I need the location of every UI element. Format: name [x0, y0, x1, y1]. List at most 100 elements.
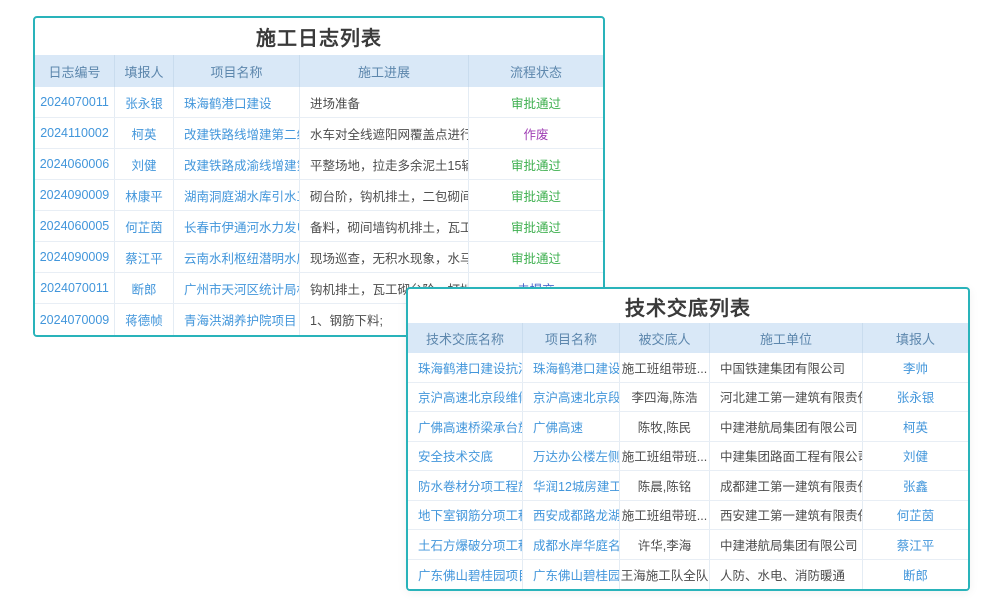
table-row[interactable]: 广东佛山碧桂园项目...广东佛山碧桂园项目王海施工队全队人防、水电、消防暖通断郎	[408, 560, 968, 590]
table-row[interactable]: 2024090009蔡江平云南水利枢纽潜明水库一...现场巡查，无积水现象，水马…	[35, 242, 603, 273]
unit-text: 人防、水电、消防暖通	[710, 560, 863, 590]
table-row[interactable]: 安全技术交底万达办公楼左侧A...施工班组带班...中建集团路面工程有限公司刘健	[408, 442, 968, 472]
table-row[interactable]: 广佛高速桥梁承台施...广佛高速陈牧,陈民中建港航局集团有限公司柯英	[408, 412, 968, 442]
project-link[interactable]: 华润12城房建工...	[523, 471, 620, 500]
log-table-header: 日志编号 填报人 项目名称 施工进展 流程状态	[35, 55, 603, 87]
disclosure-name-link[interactable]: 地下室钢筋分项工程...	[408, 501, 523, 530]
project-link[interactable]: 长春市伊通河水力发电厂...	[174, 211, 300, 241]
progress-text: 进场准备	[300, 87, 469, 117]
disclosure-table-body: 珠海鹤港口建设抗浮...珠海鹤港口建设施工班组带班...中国铁建集团有限公司李帅…	[408, 353, 968, 589]
log-col-header-reporter: 填报人	[115, 55, 174, 87]
disclosure-name-link[interactable]: 京沪高速北京段维修...	[408, 383, 523, 412]
project-link[interactable]: 西安成都路龙湖上...	[523, 501, 620, 530]
receiver-text: 施工班组带班...	[620, 442, 710, 471]
unit-text: 成都建工第一建筑有限责任公司	[710, 471, 863, 500]
project-link[interactable]: 珠海鹤港口建设	[174, 87, 300, 117]
reporter-link[interactable]: 蔡江平	[863, 530, 968, 559]
project-link[interactable]: 云南水利枢纽潜明水库一...	[174, 242, 300, 272]
project-link[interactable]: 广东佛山碧桂园项目	[523, 560, 620, 590]
receiver-text: 施工班组带班...	[620, 353, 710, 382]
reporter-link[interactable]: 何芷茵	[115, 211, 174, 241]
table-row[interactable]: 2024060005何芷茵长春市伊通河水力发电厂...备料，砌间墙钩机排土，瓦工…	[35, 211, 603, 242]
project-link[interactable]: 湖南洞庭湖水库引水工程...	[174, 180, 300, 210]
reporter-link[interactable]: 何芷茵	[863, 501, 968, 530]
progress-text: 砌台阶，钩机排土，二包砌间...	[300, 180, 469, 210]
receiver-text: 陈晨,陈铭	[620, 471, 710, 500]
reporter-link[interactable]: 蔡江平	[115, 242, 174, 272]
table-row[interactable]: 地下室钢筋分项工程...西安成都路龙湖上...施工班组带班...西安建工第一建筑…	[408, 501, 968, 531]
log-id-link[interactable]: 2024070009	[35, 304, 115, 335]
reporter-link[interactable]: 蒋德帧	[115, 304, 174, 335]
table-row[interactable]: 2024070011张永银珠海鹤港口建设进场准备审批通过	[35, 87, 603, 118]
project-link[interactable]: 成都水岸华庭名苑...	[523, 530, 620, 559]
log-id-link[interactable]: 2024090009	[35, 242, 115, 272]
progress-text: 备料，砌间墙钩机排土，瓦工...	[300, 211, 469, 241]
reporter-link[interactable]: 张永银	[115, 87, 174, 117]
reporter-link[interactable]: 林康平	[115, 180, 174, 210]
reporter-link[interactable]: 刘健	[115, 149, 174, 179]
status-badge: 作废	[469, 118, 603, 148]
project-link[interactable]: 万达办公楼左侧A...	[523, 442, 620, 471]
project-link[interactable]: 珠海鹤港口建设	[523, 353, 620, 382]
disclosure-name-link[interactable]: 广佛高速桥梁承台施...	[408, 412, 523, 441]
project-link[interactable]: 京沪高速北京段维修	[523, 383, 620, 412]
table-row[interactable]: 2024090009林康平湖南洞庭湖水库引水工程...砌台阶，钩机排土，二包砌间…	[35, 180, 603, 211]
reporter-link[interactable]: 断郎	[863, 560, 968, 590]
table-row[interactable]: 土石方爆破分项工程...成都水岸华庭名苑...许华,李海中建港航局集团有限公司蔡…	[408, 530, 968, 560]
project-link[interactable]: 广州市天河区统计局机房...	[174, 273, 300, 303]
log-id-link[interactable]: 2024060006	[35, 149, 115, 179]
progress-text: 水车对全线遮阳网覆盖点进行...	[300, 118, 469, 148]
reporter-link[interactable]: 刘健	[863, 442, 968, 471]
disclosure-name-link[interactable]: 安全技术交底	[408, 442, 523, 471]
status-badge: 审批通过	[469, 242, 603, 272]
log-panel-title: 施工日志列表	[35, 18, 603, 55]
log-id-link[interactable]: 2024070011	[35, 273, 115, 303]
log-id-link[interactable]: 2024070011	[35, 87, 115, 117]
project-link[interactable]: 改建铁路成渝线增建第二...	[174, 149, 300, 179]
disclosure-panel-title: 技术交底列表	[408, 289, 968, 323]
log-col-header-status: 流程状态	[469, 55, 603, 87]
reporter-link[interactable]: 断郎	[115, 273, 174, 303]
project-link[interactable]: 改建铁路线增建第二线直...	[174, 118, 300, 148]
reporter-link[interactable]: 柯英	[863, 412, 968, 441]
reporter-link[interactable]: 李帅	[863, 353, 968, 382]
disclosure-name-link[interactable]: 防水卷材分项工程施...	[408, 471, 523, 500]
table-row[interactable]: 2024060006刘健改建铁路成渝线增建第二...平整场地，拉走多余泥土15辆…	[35, 149, 603, 180]
disclosure-col-header-unit: 施工单位	[710, 323, 863, 353]
reporter-link[interactable]: 张鑫	[863, 471, 968, 500]
log-col-header-project: 项目名称	[174, 55, 300, 87]
project-link[interactable]: 青海洪湖养护院项目	[174, 304, 300, 335]
disclosure-name-link[interactable]: 土石方爆破分项工程...	[408, 530, 523, 559]
log-id-link[interactable]: 2024110002	[35, 118, 115, 148]
unit-text: 西安建工第一建筑有限责任公司	[710, 501, 863, 530]
status-badge: 审批通过	[469, 180, 603, 210]
table-row[interactable]: 2024110002柯英改建铁路线增建第二线直...水车对全线遮阳网覆盖点进行.…	[35, 118, 603, 149]
project-link[interactable]: 广佛高速	[523, 412, 620, 441]
disclosure-col-header-name: 技术交底名称	[408, 323, 523, 353]
disclosure-col-header-reporter: 填报人	[863, 323, 968, 353]
reporter-link[interactable]: 张永银	[863, 383, 968, 412]
unit-text: 中国铁建集团有限公司	[710, 353, 863, 382]
reporter-link[interactable]: 柯英	[115, 118, 174, 148]
log-id-link[interactable]: 2024090009	[35, 180, 115, 210]
receiver-text: 施工班组带班...	[620, 501, 710, 530]
disclosure-name-link[interactable]: 珠海鹤港口建设抗浮...	[408, 353, 523, 382]
technical-disclosure-panel: 技术交底列表 技术交底名称 项目名称 被交底人 施工单位 填报人 珠海鹤港口建设…	[406, 287, 970, 591]
progress-text: 平整场地，拉走多余泥土15辆...	[300, 149, 469, 179]
table-row[interactable]: 京沪高速北京段维修...京沪高速北京段维修李四海,陈浩河北建工第一建筑有限责任公…	[408, 383, 968, 413]
log-col-header-progress: 施工进展	[300, 55, 469, 87]
unit-text: 河北建工第一建筑有限责任公司	[710, 383, 863, 412]
disclosure-name-link[interactable]: 广东佛山碧桂园项目...	[408, 560, 523, 590]
receiver-text: 李四海,陈浩	[620, 383, 710, 412]
log-col-header-id: 日志编号	[35, 55, 115, 87]
table-row[interactable]: 防水卷材分项工程施...华润12城房建工...陈晨,陈铭成都建工第一建筑有限责任…	[408, 471, 968, 501]
receiver-text: 王海施工队全队	[620, 560, 710, 590]
table-row[interactable]: 珠海鹤港口建设抗浮...珠海鹤港口建设施工班组带班...中国铁建集团有限公司李帅	[408, 353, 968, 383]
disclosure-table-header: 技术交底名称 项目名称 被交底人 施工单位 填报人	[408, 323, 968, 353]
log-id-link[interactable]: 2024060005	[35, 211, 115, 241]
receiver-text: 陈牧,陈民	[620, 412, 710, 441]
unit-text: 中建港航局集团有限公司	[710, 412, 863, 441]
unit-text: 中建港航局集团有限公司	[710, 530, 863, 559]
progress-text: 现场巡查，无积水现象，水马...	[300, 242, 469, 272]
disclosure-col-header-receiver: 被交底人	[620, 323, 710, 353]
